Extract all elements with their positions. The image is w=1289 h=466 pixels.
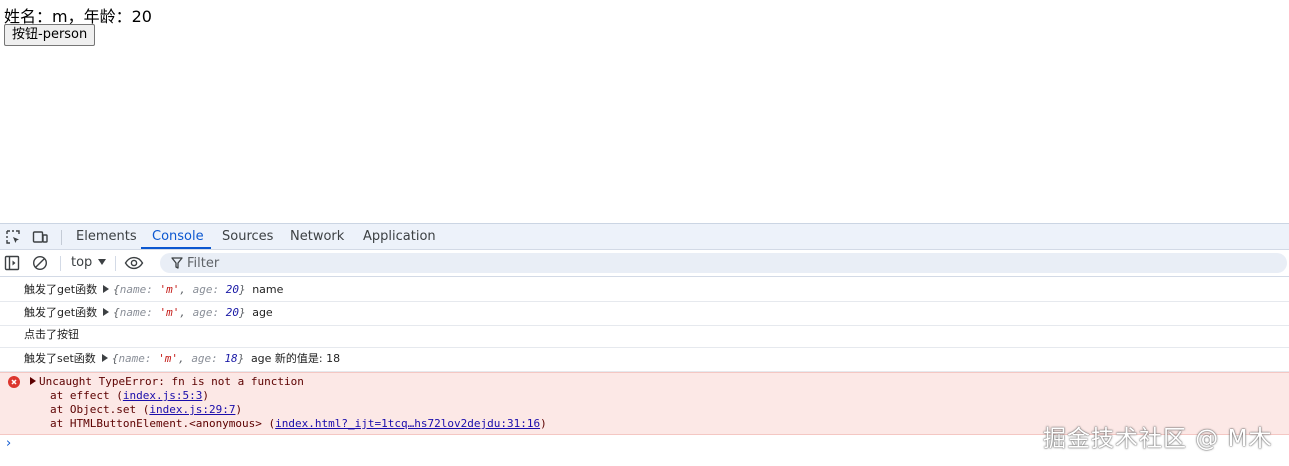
source-link[interactable]: index.js:29:7 [149,403,235,416]
filter-input[interactable] [187,253,1267,273]
source-link[interactable]: index.js:5:3 [123,389,202,402]
log-prefix: 点击了按钮 [24,328,79,341]
stack-frame: at HTMLButtonElement.<anonymous> (index.… [50,417,547,430]
log-suffix: age 新的值是: 18 [250,352,341,365]
live-expression-eye-icon[interactable] [124,255,144,271]
console-prompt[interactable]: › [6,436,11,451]
page-viewport: 姓名：m，年龄：20 按钮-person [0,0,1289,223]
tabbar-divider [61,230,62,245]
tab-elements[interactable]: Elements [76,224,137,250]
error-message[interactable]: Uncaught TypeError: fn is not a function [30,375,304,389]
filter-funnel-icon [171,257,183,269]
console-log-row: 点击了按钮 [0,326,1289,348]
inspect-element-icon[interactable] [5,229,21,245]
log-prefix: 触发了set函数 [24,352,96,365]
log-object[interactable]: {name: 'm', age: 20} [113,306,246,319]
tab-network[interactable]: Network [290,224,344,250]
expand-triangle-icon[interactable] [101,354,108,362]
active-tab-indicator [141,247,211,249]
prompt-chevron-icon: › [6,436,12,451]
toolbar-divider [115,256,116,271]
log-object[interactable]: {name: 'm', age: 20} [113,283,246,296]
log-object[interactable]: {name: 'm', age: 18} [112,352,245,365]
log-suffix: age [252,306,273,319]
tab-sources[interactable]: Sources [222,224,273,250]
devtools-tabbar: Elements Console Sources Network Applica… [0,223,1289,250]
context-selector[interactable]: top [71,250,107,276]
watermark: 掘金技术社区 @ M木 [1043,426,1273,452]
console-log-row: 触发了get函数 {name: 'm', age: 20} name [0,277,1289,302]
stack-frame: at Object.set (index.js:29:7) [50,403,243,416]
stack-frame: at effect (index.js:5:3) [50,389,209,402]
error-icon [8,376,20,388]
context-label: top [71,255,93,270]
log-prefix: 触发了get函数 [24,306,98,319]
toolbar-divider [60,256,61,271]
log-prefix: 触发了get函数 [24,283,98,296]
filter-box[interactable] [160,253,1287,273]
log-suffix: name [252,283,284,296]
console-log-row: 触发了get函数 {name: 'm', age: 20} age [0,302,1289,326]
expand-triangle-icon [30,377,36,385]
expand-triangle-icon[interactable] [103,285,110,293]
expand-triangle-icon[interactable] [103,308,110,316]
console-toolbar: top [0,250,1289,277]
tab-application[interactable]: Application [363,224,436,250]
source-link[interactable]: index.html?_ijt=1tcq…hs72lov2dejdu:31:16 [275,417,540,430]
caret-down-icon [98,259,107,265]
clear-console-icon[interactable] [32,255,48,271]
person-button[interactable]: 按钮-person [4,24,96,46]
device-toolbar-icon[interactable] [32,229,48,245]
console-log-row: 触发了set函数 {name: 'm', age: 18} age 新的值是: 1… [0,348,1289,372]
sidebar-toggle-icon[interactable] [4,255,20,271]
